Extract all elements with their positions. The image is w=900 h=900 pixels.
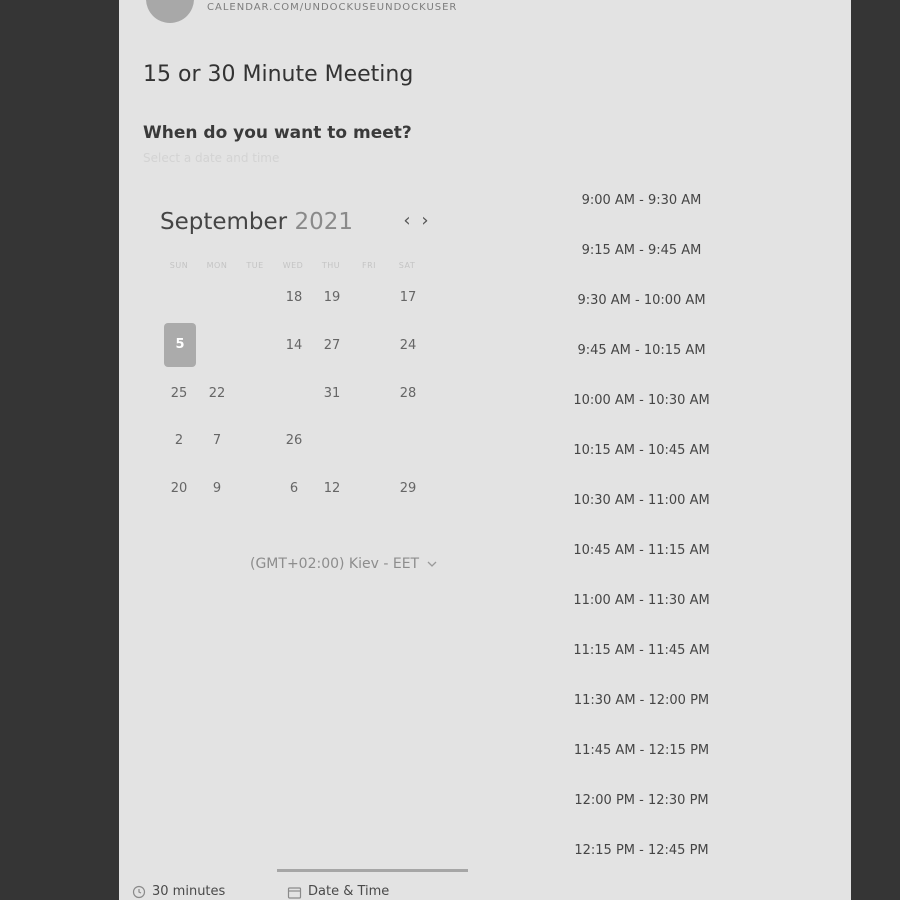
calendar-day[interactable]: 19 [316,276,348,320]
time-slot[interactable]: 10:00 AM - 10:30 AM [559,393,724,408]
time-slot[interactable]: 11:45 AM - 12:15 PM [559,743,724,758]
duration-label: 30 minutes [152,884,226,899]
calendar-year: 2021 [294,209,353,235]
calendar-day[interactable]: 31 [316,372,348,416]
calendar-day[interactable]: 14 [278,324,310,368]
calendar-day[interactable]: 6 [278,467,310,511]
chevron-down-icon[interactable] [425,557,439,571]
section-hint: Select a date and time [143,151,280,165]
time-slot[interactable]: 9:30 AM - 10:00 AM [559,293,724,308]
calendar-url: CALENDAR.COM/UNDOCKUSEUNDOCKUSER [207,2,458,13]
calendar-day[interactable]: 25 [163,372,195,416]
time-slot[interactable]: 10:45 AM - 11:15 AM [559,543,724,558]
tab-date-time-label: Date & Time [308,884,390,899]
tab-date-time[interactable]: Date & Time [287,884,389,899]
duration-info: 30 minutes [132,884,225,899]
clock-icon [132,885,146,898]
timezone-select[interactable]: (GMT+02:00) Kiev - EET [250,556,419,572]
page-title: 15 or 30 Minute Meeting [143,62,414,87]
time-slot[interactable]: 9:15 AM - 9:45 AM [559,243,724,258]
calendar-day[interactable]: 9 [201,467,233,511]
avatar [146,0,194,23]
calendar-day[interactable]: 24 [392,324,424,368]
weekday-label: TUE [246,261,264,270]
calendar-day[interactable]: 26 [278,419,310,463]
time-slot[interactable]: 9:00 AM - 9:30 AM [559,193,724,208]
time-slot[interactable]: 9:45 AM - 10:15 AM [559,343,724,358]
time-slot[interactable]: 10:30 AM - 11:00 AM [559,493,724,508]
active-tab-indicator [277,869,468,872]
calendar-day[interactable]: 18 [278,276,310,320]
calendar-day[interactable]: 28 [392,372,424,416]
time-slot[interactable]: 11:15 AM - 11:45 AM [559,643,724,658]
weekday-label: SAT [398,261,416,270]
calendar-day[interactable]: 22 [201,372,233,416]
time-slot[interactable]: 10:15 AM - 10:45 AM [559,443,724,458]
chevron-left-icon[interactable]: ‹ [399,210,415,231]
chevron-right-icon[interactable]: › [417,210,433,231]
booking-panel: CALENDAR.COM/UNDOCKUSEUNDOCKUSER 15 or 3… [119,0,851,900]
weekday-label: SUN [169,261,189,270]
time-slot[interactable]: 12:15 PM - 12:45 PM [559,843,724,858]
calendar-month-year: September 2021 [160,209,353,235]
weekday-label: WED [282,261,304,270]
weekday-label: THU [321,261,341,270]
calendar-day[interactable]: 17 [392,276,424,320]
calendar-day-selected[interactable]: 5 [164,323,196,367]
calendar-day[interactable]: 7 [201,419,233,463]
calendar-day[interactable]: 29 [392,467,424,511]
calendar-month: September [160,209,288,235]
time-slot[interactable]: 12:00 PM - 12:30 PM [559,793,724,808]
section-heading: When do you want to meet? [143,123,412,143]
calendar-icon [287,886,302,899]
calendar-day[interactable]: 20 [163,467,195,511]
time-slot[interactable]: 11:00 AM - 11:30 AM [559,593,724,608]
weekday-label: FRI [361,261,377,270]
calendar-day[interactable]: 27 [316,324,348,368]
time-slot[interactable]: 11:30 AM - 12:00 PM [559,693,724,708]
calendar-day[interactable]: 12 [316,467,348,511]
calendar-day[interactable]: 2 [163,419,195,463]
weekday-label: MON [206,261,228,270]
